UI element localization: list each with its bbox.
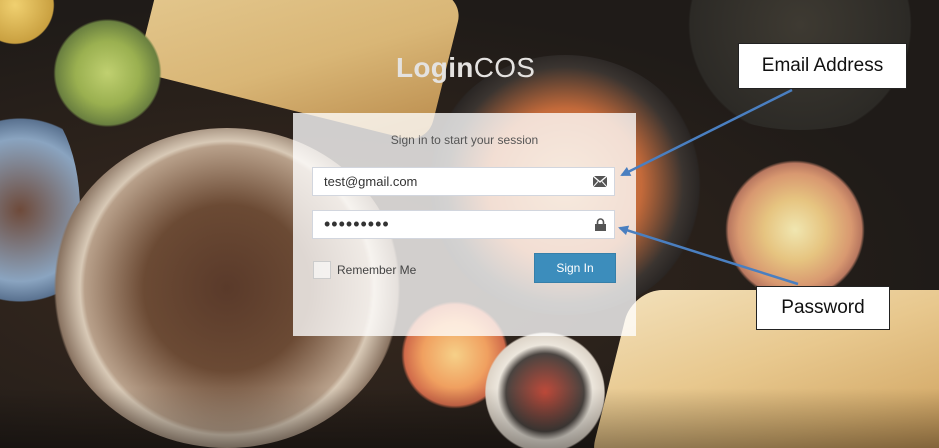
sign-in-button[interactable]: Sign In bbox=[534, 253, 616, 283]
login-box: Sign in to start your session Remember M… bbox=[293, 113, 636, 336]
remember-me[interactable]: Remember Me bbox=[313, 261, 416, 279]
login-box-message: Sign in to start your session bbox=[390, 133, 539, 147]
app-logo: LoginCOS bbox=[396, 52, 535, 84]
email-field bbox=[312, 167, 615, 196]
lock-icon bbox=[586, 218, 614, 231]
email-input[interactable] bbox=[313, 168, 586, 195]
mint-drink-glass bbox=[50, 18, 165, 128]
logo-light-text: COS bbox=[473, 52, 536, 83]
envelope-icon bbox=[586, 176, 614, 187]
lemon-drink-glass bbox=[720, 160, 870, 300]
password-callout: Password bbox=[756, 286, 890, 330]
remember-me-checkbox[interactable] bbox=[313, 261, 331, 279]
remember-me-label: Remember Me bbox=[337, 263, 417, 277]
drink-glass-topleft bbox=[0, 0, 60, 50]
logo-bold-text: Login bbox=[396, 52, 474, 83]
password-field bbox=[312, 210, 615, 239]
password-input[interactable] bbox=[313, 211, 586, 238]
email-address-callout: Email Address bbox=[738, 43, 907, 89]
bottom-shade bbox=[0, 388, 939, 448]
